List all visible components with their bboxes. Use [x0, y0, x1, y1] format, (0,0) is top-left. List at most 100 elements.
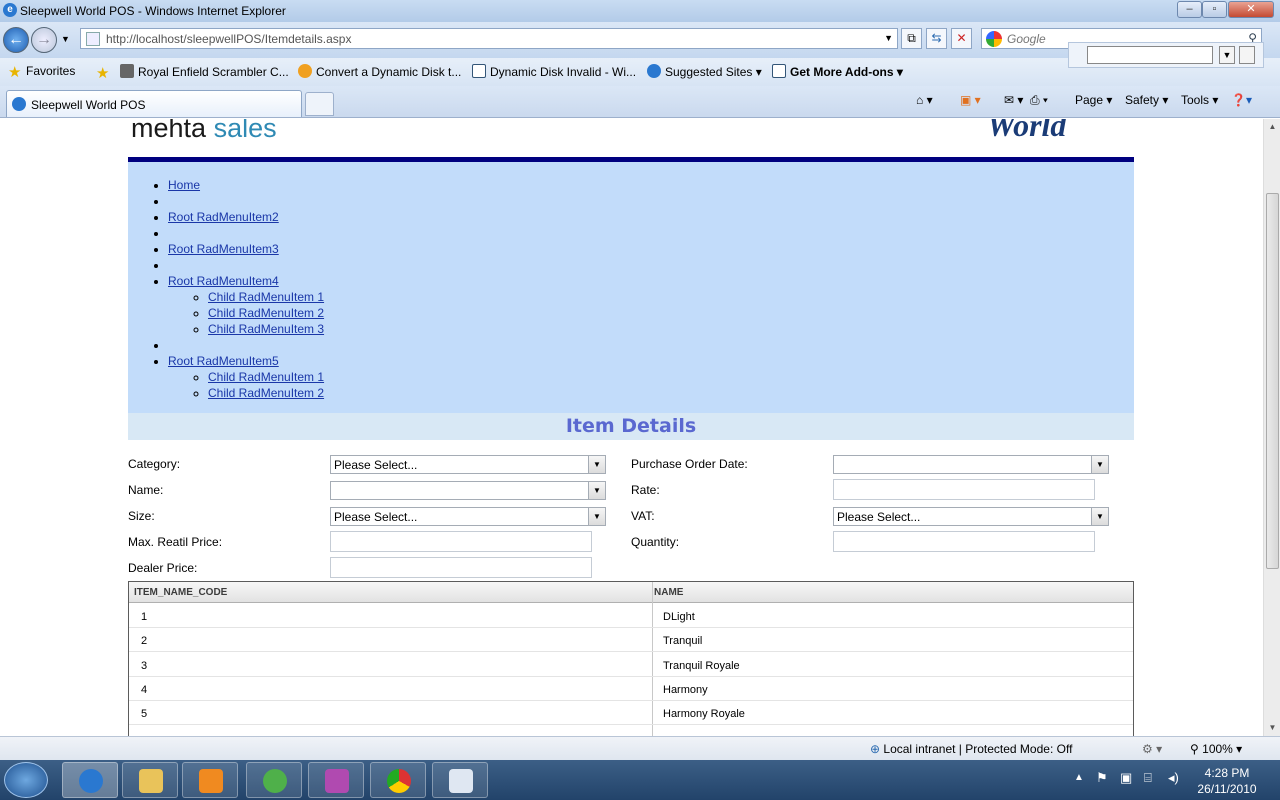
search-placeholder: Google	[1007, 32, 1046, 46]
scroll-up-icon[interactable]: ▲	[1264, 119, 1280, 135]
fav-convert-dynamic-disk[interactable]: Convert a Dynamic Disk t...	[298, 64, 461, 79]
menu-item-root5: Root RadMenuItem5	[168, 353, 324, 369]
new-tab-button[interactable]	[305, 92, 334, 116]
grid-header: ITEM_NAME_CODE NAME	[129, 582, 1133, 603]
chevron-down-icon: ▼	[1091, 456, 1108, 473]
compatibility-view-icon[interactable]: ⧉	[901, 28, 922, 49]
menu-link-root5[interactable]: Root RadMenuItem5	[168, 354, 279, 368]
table-row[interactable]: 4 Harmony	[129, 677, 1133, 701]
find-dropdown-icon[interactable]: ▼	[1219, 46, 1235, 64]
start-button[interactable]	[4, 762, 48, 798]
menu-item-root3: Root RadMenuItem3	[168, 241, 324, 257]
taskbar-ie[interactable]	[62, 762, 118, 798]
tools-menu[interactable]: Tools ▾	[1181, 93, 1218, 107]
taskbar-paint[interactable]	[432, 762, 488, 798]
taskbar-media-player[interactable]	[182, 762, 238, 798]
stop-icon[interactable]: ✕	[951, 28, 972, 49]
fav-royal-enfield[interactable]: Royal Enfield Scrambler C...	[120, 64, 289, 79]
help-icon[interactable]: ❓▾	[1231, 93, 1252, 107]
print-icon[interactable]: ⎙ ▾	[1030, 93, 1048, 108]
find-input[interactable]	[1087, 46, 1213, 64]
submenu-item: Child RadMenuItem 2	[208, 305, 324, 321]
system-tray: ▲ ⚑ ▣ ⌸ ◂) 4:28 PM 26/11/2010	[1070, 760, 1280, 800]
fav-dynamic-disk-invalid[interactable]: Dynamic Disk Invalid - Wi...	[472, 64, 636, 79]
url-text: http://localhost/sleepwellPOS/Itemdetail…	[106, 32, 352, 46]
menu-link-root4[interactable]: Root RadMenuItem4	[168, 274, 279, 288]
tab-bar: Sleepwell World POS ⌂ ▾ ▣ ▾ ✉ ▾ ⎙ ▾ Page…	[0, 86, 1280, 118]
menu-link-home[interactable]: Home	[168, 178, 200, 192]
submenu-root5: Child RadMenuItem 1 Child RadMenuItem 2	[208, 369, 324, 401]
maximize-button[interactable]: ▫	[1202, 1, 1227, 18]
add-favorite-icon[interactable]: ★	[96, 64, 109, 82]
tab-sleepwell-pos[interactable]: Sleepwell World POS	[6, 90, 302, 117]
submenu-item: Child RadMenuItem 3	[208, 321, 324, 337]
vertical-scrollbar[interactable]: ▲ ▼	[1263, 119, 1280, 736]
column-header-name[interactable]: NAME	[654, 587, 683, 598]
address-dropdown-icon[interactable]: ▼	[884, 33, 893, 43]
submenu-link[interactable]: Child RadMenuItem 1	[208, 370, 324, 384]
volume-icon[interactable]: ◂)	[1168, 770, 1179, 786]
feeds-icon[interactable]: ▣ ▾	[960, 93, 981, 107]
clock[interactable]: 4:28 PM 26/11/2010	[1196, 765, 1258, 797]
size-label: Size:	[128, 509, 155, 523]
name-select[interactable]: ▼	[330, 481, 606, 500]
menu-item-home: Home	[168, 177, 324, 193]
size-select[interactable]: Please Select... ▼	[330, 507, 606, 526]
menu-link-root3[interactable]: Root RadMenuItem3	[168, 242, 279, 256]
visual-studio-icon	[325, 769, 349, 793]
zoom-icon: ⚲	[1190, 742, 1199, 756]
mrp-field[interactable]	[330, 531, 592, 552]
taskbar-messenger[interactable]	[246, 762, 302, 798]
quantity-field[interactable]	[833, 531, 1095, 552]
refresh-icon[interactable]: ⇆	[926, 28, 947, 49]
flag-icon[interactable]: ⚑	[1096, 770, 1108, 786]
scroll-down-icon[interactable]: ▼	[1264, 720, 1280, 736]
recent-pages-dropdown-icon[interactable]: ▼	[61, 34, 70, 44]
find-close-icon[interactable]	[1239, 46, 1255, 64]
home-icon[interactable]: ⌂ ▾	[916, 93, 933, 107]
network-icon[interactable]: ⌸	[1144, 770, 1152, 786]
zoom-control[interactable]: ⚲ 100% ▾	[1190, 742, 1242, 756]
submenu-root4: Child RadMenuItem 1 Child RadMenuItem 2 …	[208, 289, 324, 337]
submenu-link[interactable]: Child RadMenuItem 1	[208, 290, 324, 304]
column-header-item-name-code[interactable]: ITEM_NAME_CODE	[134, 587, 227, 598]
submenu-link[interactable]: Child RadMenuItem 3	[208, 322, 324, 336]
device-icon[interactable]: ▣	[1120, 770, 1132, 786]
po-date-picker[interactable]: ▼	[833, 455, 1109, 474]
table-row[interactable]: 1 DLight	[129, 604, 1133, 628]
fav-get-more-addons[interactable]: Get More Add-ons ▾	[772, 64, 903, 79]
zone-status[interactable]: ⊕ Local intranet | Protected Mode: Off	[870, 742, 1072, 756]
rate-field[interactable]	[833, 479, 1095, 500]
submenu-link[interactable]: Child RadMenuItem 2	[208, 386, 324, 400]
rate-label: Rate:	[631, 483, 660, 497]
minimize-button[interactable]: –	[1177, 1, 1202, 18]
category-select[interactable]: Please Select... ▼	[330, 455, 606, 474]
ie-icon	[79, 769, 103, 793]
taskbar-visual-studio[interactable]	[308, 762, 364, 798]
table-row[interactable]: 3 Tranquil Royale	[129, 653, 1133, 677]
safety-menu[interactable]: Safety ▾	[1125, 93, 1168, 107]
vat-select[interactable]: Please Select... ▼	[833, 507, 1109, 526]
find-toolbar: ▼	[1068, 42, 1264, 68]
address-bar[interactable]: http://localhost/sleepwellPOS/Itemdetail…	[80, 28, 898, 49]
submenu-link[interactable]: Child RadMenuItem 2	[208, 306, 324, 320]
scrollbar-thumb[interactable]	[1266, 193, 1279, 569]
close-window-button[interactable]: ✕	[1228, 1, 1274, 18]
table-row[interactable]: 5 Harmony Royale	[129, 701, 1133, 725]
show-hidden-icons[interactable]: ▲	[1074, 772, 1084, 783]
menu-link-root2[interactable]: Root RadMenuItem2	[168, 210, 279, 224]
favorites-button[interactable]: ★ Favorites	[8, 64, 75, 80]
taskbar-explorer[interactable]	[122, 762, 178, 798]
forward-button[interactable]: →	[31, 27, 57, 53]
back-button[interactable]: ←	[3, 27, 29, 53]
folder-icon	[139, 769, 163, 793]
dealer-price-label: Dealer Price:	[128, 561, 198, 575]
protected-mode-icon[interactable]: ⚙ ▾	[1142, 742, 1162, 756]
page-menu[interactable]: Page ▾	[1075, 93, 1112, 107]
taskbar-chrome[interactable]	[370, 762, 426, 798]
mail-icon[interactable]: ✉ ▾	[1004, 93, 1023, 107]
table-row[interactable]: 2 Tranquil	[129, 628, 1133, 652]
dealer-price-field[interactable]	[330, 557, 592, 578]
fav-suggested-sites[interactable]: Suggested Sites ▾	[647, 64, 762, 79]
world-logo: World	[987, 119, 1067, 143]
